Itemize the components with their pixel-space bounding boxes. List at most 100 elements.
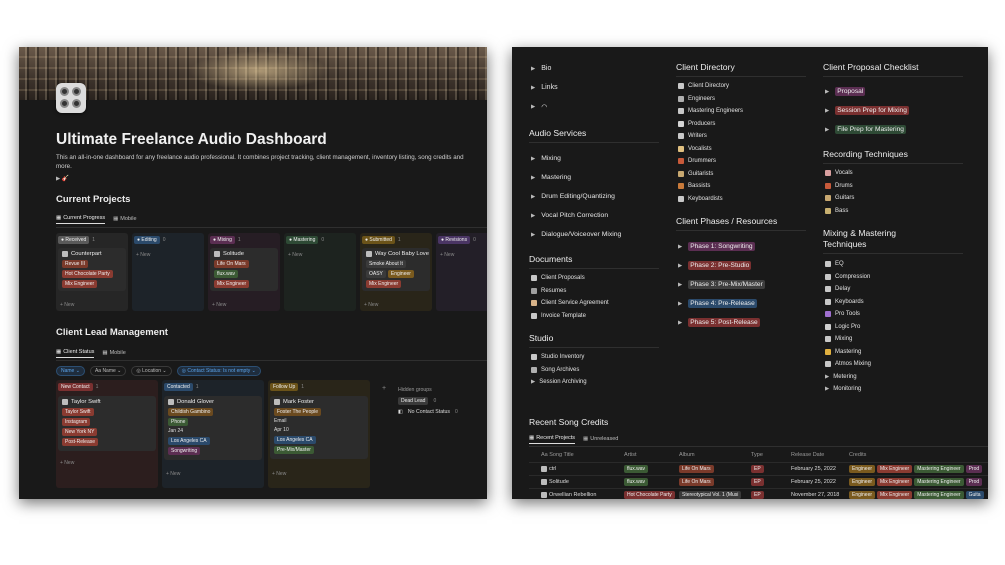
link-pro-tools[interactable]: Pro Tools bbox=[825, 308, 871, 321]
toggle-phase-1-songwriting[interactable]: ▶ Phase 1: Songwriting bbox=[678, 237, 765, 256]
link-writers[interactable]: Writers bbox=[678, 130, 743, 143]
link-keyboardists[interactable]: Keyboardists bbox=[678, 193, 743, 206]
column-header-credits[interactable]: Credits bbox=[849, 452, 866, 458]
link-eq[interactable]: EQ bbox=[825, 258, 871, 271]
link-studio-inventory[interactable]: Studio Inventory bbox=[531, 351, 587, 364]
link-atmos-mixing[interactable]: Atmos Mixing bbox=[825, 358, 871, 371]
link-guitarists[interactable]: Guitarists bbox=[678, 168, 743, 181]
lead-card[interactable]: Mark Foster Foster The People Email Apr 10 L… bbox=[270, 396, 368, 459]
lead-card[interactable]: Taylor Swift Taylor Swift Instagram New Yor… bbox=[58, 396, 156, 451]
link-compression[interactable]: Compression bbox=[825, 271, 871, 284]
tab-client-status[interactable]: ▦ Client Status bbox=[56, 349, 95, 358]
toggle-dialogue-voiceover-mixing[interactable]: ▶ Dialogue/Voiceover Mixing bbox=[531, 225, 621, 244]
column-header-album[interactable]: Album bbox=[679, 452, 695, 458]
link-label: Writers bbox=[688, 133, 707, 140]
new-card-button[interactable]: + New bbox=[288, 252, 302, 258]
toggle-monitoring[interactable]: ▶ Monitoring bbox=[825, 383, 871, 396]
toggle-phase-3-pre-mix-master[interactable]: ▶ Phase 3: Pre-Mix/Master bbox=[678, 275, 765, 294]
toggle-drum-editing-quantizing[interactable]: ▶ Drum Editing/Quantizing bbox=[531, 187, 621, 206]
filter-name[interactable]: Name ⌄ bbox=[56, 366, 85, 376]
tab-recent-projects[interactable]: ▦ Recent Projects bbox=[529, 435, 576, 444]
toggle-file-prep-for-mastering[interactable]: ▶ File Prep for Mastering bbox=[825, 120, 909, 139]
lead-card[interactable]: Donald Glover Childish Gambino Phone Jan 24… bbox=[164, 396, 262, 460]
lead-column-header-contacted[interactable]: Contacted 1 bbox=[164, 383, 199, 391]
new-card-button[interactable]: + New bbox=[364, 302, 378, 308]
table-row[interactable]: Orwellian Rebellion Hot Chocolate Party St… bbox=[529, 488, 988, 499]
new-card-button[interactable]: + New bbox=[272, 471, 286, 477]
link-keyboards[interactable]: Keyboards bbox=[825, 296, 871, 309]
link-client-proposals[interactable]: Client Proposals bbox=[531, 272, 609, 285]
link-client-service-agreement[interactable]: Client Service Agreement bbox=[531, 297, 609, 310]
column-header-mixing[interactable]: ● Mixing 1 bbox=[210, 236, 241, 244]
toggle-headphones[interactable]: ▶ ◠ bbox=[531, 97, 558, 116]
link-mastering-engineers[interactable]: Mastering Engineers bbox=[678, 105, 743, 118]
link-delay[interactable]: Delay bbox=[825, 283, 871, 296]
add-group-icon[interactable]: + bbox=[382, 385, 386, 392]
toggle-vocal-pitch-correction[interactable]: ▶ Vocal Pitch Correction bbox=[531, 206, 621, 225]
new-card-button[interactable]: + New bbox=[440, 252, 454, 258]
toggle-metering[interactable]: ▶ Metering bbox=[825, 371, 871, 384]
card-title-text: Way Cool Baby Love bbox=[375, 251, 429, 257]
toggle-links[interactable]: ▶ Links bbox=[531, 78, 558, 97]
toggle-phase-4-pre-release[interactable]: ▶ Phase 4: Pre-Release bbox=[678, 294, 765, 313]
link-drums[interactable]: Drums bbox=[825, 180, 854, 193]
table-row[interactable]: ctrl flux.wav Life On Mars EP February 25, 2… bbox=[529, 462, 988, 474]
toggle-triangle-icon: ▶ bbox=[678, 281, 683, 288]
filter-contact-status[interactable]: ◎ Contact Status: Is not empty ⌄ bbox=[176, 366, 261, 376]
toggle-proposal[interactable]: ▶ Proposal bbox=[825, 82, 909, 101]
column-header-artist[interactable]: Artist bbox=[624, 452, 637, 458]
table-row[interactable]: Solitude flux.wav Life On Mars EP February 2… bbox=[529, 475, 988, 487]
filter-location[interactable]: ◎ Location ⌄ bbox=[131, 366, 172, 376]
link-guitars[interactable]: Guitars bbox=[825, 192, 854, 205]
tab-unreleased[interactable]: ▦ Unreleased bbox=[583, 435, 618, 444]
new-card-button[interactable]: + New bbox=[166, 471, 180, 477]
link-producers[interactable]: Producers bbox=[678, 118, 743, 131]
hidden-group-no-status[interactable]: ◧ No Contact Status 0 bbox=[398, 409, 458, 415]
tab-mobile[interactable]: ▦ Mobile bbox=[113, 215, 136, 224]
project-card[interactable]: Solitude Life On Mars flux.wav Mix Engineer bbox=[210, 248, 278, 291]
link-mixing[interactable]: Mixing bbox=[825, 333, 871, 346]
link-logic-pro[interactable]: Logic Pro bbox=[825, 321, 871, 334]
link-mastering[interactable]: Mastering bbox=[825, 346, 871, 359]
link-drummers[interactable]: Drummers bbox=[678, 155, 743, 168]
toggle-mastering[interactable]: ▶ Mastering bbox=[531, 168, 621, 187]
link-engineers[interactable]: Engineers bbox=[678, 93, 743, 106]
link-vocalists[interactable]: Vocalists bbox=[678, 143, 743, 156]
toggle-session-archiving[interactable]: ▶ Session Archiving bbox=[531, 376, 587, 389]
column-header-submitted[interactable]: ● Submitted 1 bbox=[362, 236, 401, 244]
column-header-revisions[interactable]: ● Revisions 0 bbox=[438, 236, 476, 244]
link-vocals[interactable]: Vocals bbox=[825, 167, 854, 180]
new-card-button[interactable]: + New bbox=[60, 302, 74, 308]
column-header-mastering[interactable]: ● Mastering 0 bbox=[286, 236, 324, 244]
link-bassists[interactable]: Bassists bbox=[678, 180, 743, 193]
toggle-mixing[interactable]: ▶ Mixing bbox=[531, 149, 621, 168]
sort-name[interactable]: Aa Name ⌄ bbox=[89, 366, 127, 376]
toggle-phase-5-post-release[interactable]: ▶ Phase 5: Post-Release bbox=[678, 313, 765, 332]
column-header-aa-song-title[interactable]: Aa Song Title bbox=[541, 452, 574, 458]
column-header-received[interactable]: ● Received 1 bbox=[58, 236, 95, 244]
toggle-phase-2-pre-studio[interactable]: ▶ Phase 2: Pre-Studio bbox=[678, 256, 765, 275]
project-card[interactable]: Counterpart Revue III Hot Chocolate Party M… bbox=[58, 248, 126, 291]
lead-column-header-new-contact[interactable]: New Contact 1 bbox=[58, 383, 98, 391]
toggle-label: File Prep for Mastering bbox=[835, 125, 906, 134]
link-resumes[interactable]: Resumes bbox=[531, 285, 609, 298]
tab-current-progress[interactable]: ▦ Current Progress bbox=[56, 215, 106, 224]
new-card-button[interactable]: + New bbox=[60, 460, 74, 466]
link-invoice-template[interactable]: Invoice Template bbox=[531, 310, 609, 323]
new-card-button[interactable]: + New bbox=[212, 302, 226, 308]
link-song-archives[interactable]: Song Archives bbox=[531, 364, 587, 377]
project-card[interactable]: Way Cool Baby Love Smoke About It OASY Engi… bbox=[362, 248, 430, 291]
column-header-release-date[interactable]: Release Date bbox=[791, 452, 824, 458]
toggle-bio[interactable]: ▶ Bio bbox=[531, 59, 558, 78]
toggle-session-prep-for-mixing[interactable]: ▶ Session Prep for Mixing bbox=[825, 101, 909, 120]
column-header-type[interactable]: Type bbox=[751, 452, 763, 458]
lead-column-header-follow-up[interactable]: Follow Up 1 bbox=[270, 383, 304, 391]
tab-mobile-2[interactable]: ▦ Mobile bbox=[102, 349, 125, 358]
column-header-editing[interactable]: ● Editing 0 bbox=[134, 236, 165, 244]
hidden-group-dead-lead[interactable]: Dead Lead 0 bbox=[398, 397, 458, 405]
link-client-directory[interactable]: Client Directory bbox=[678, 80, 743, 93]
new-card-button[interactable]: + New bbox=[136, 252, 150, 258]
link-bass[interactable]: Bass bbox=[825, 205, 854, 218]
board-icon: ▦ bbox=[56, 215, 62, 221]
toggle-guitar[interactable]: ▶ 🎸 bbox=[56, 175, 69, 182]
